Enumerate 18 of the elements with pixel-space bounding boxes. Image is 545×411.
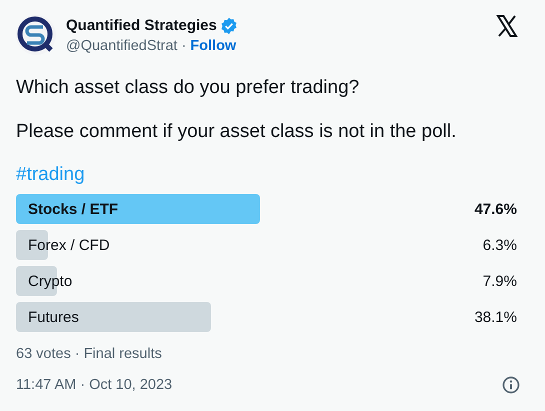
tweet-text: Which asset class do you prefer trading? <box>16 76 360 100</box>
poll-option-label: Forex / CFD <box>28 236 110 254</box>
author-name[interactable]: Quantified Strategies <box>66 17 217 34</box>
info-icon[interactable] <box>501 375 521 395</box>
poll-percentage: 38.1% <box>474 308 517 326</box>
follow-link[interactable]: Follow <box>190 38 236 54</box>
poll-option-label: Futures <box>28 308 79 326</box>
poll-option-label: Crypto <box>28 272 72 290</box>
poll-percentage: 47.6% <box>474 200 517 218</box>
timestamp[interactable]: 11:47 AM · Oct 10, 2023 <box>16 377 172 393</box>
poll-summary: 63 votes · Final results <box>16 346 163 362</box>
poll-percentage: 6.3% <box>482 236 517 254</box>
author-handle[interactable]: @QuantifiedStrat <box>66 38 178 54</box>
x-logo-icon[interactable] <box>495 14 519 38</box>
tweet-text: Please comment if your asset class is not in the poll. <box>16 120 458 144</box>
poll-option-label: Stocks / ETF <box>28 200 118 218</box>
poll-percentage: 7.9% <box>482 272 517 290</box>
separator: · <box>181 38 186 54</box>
